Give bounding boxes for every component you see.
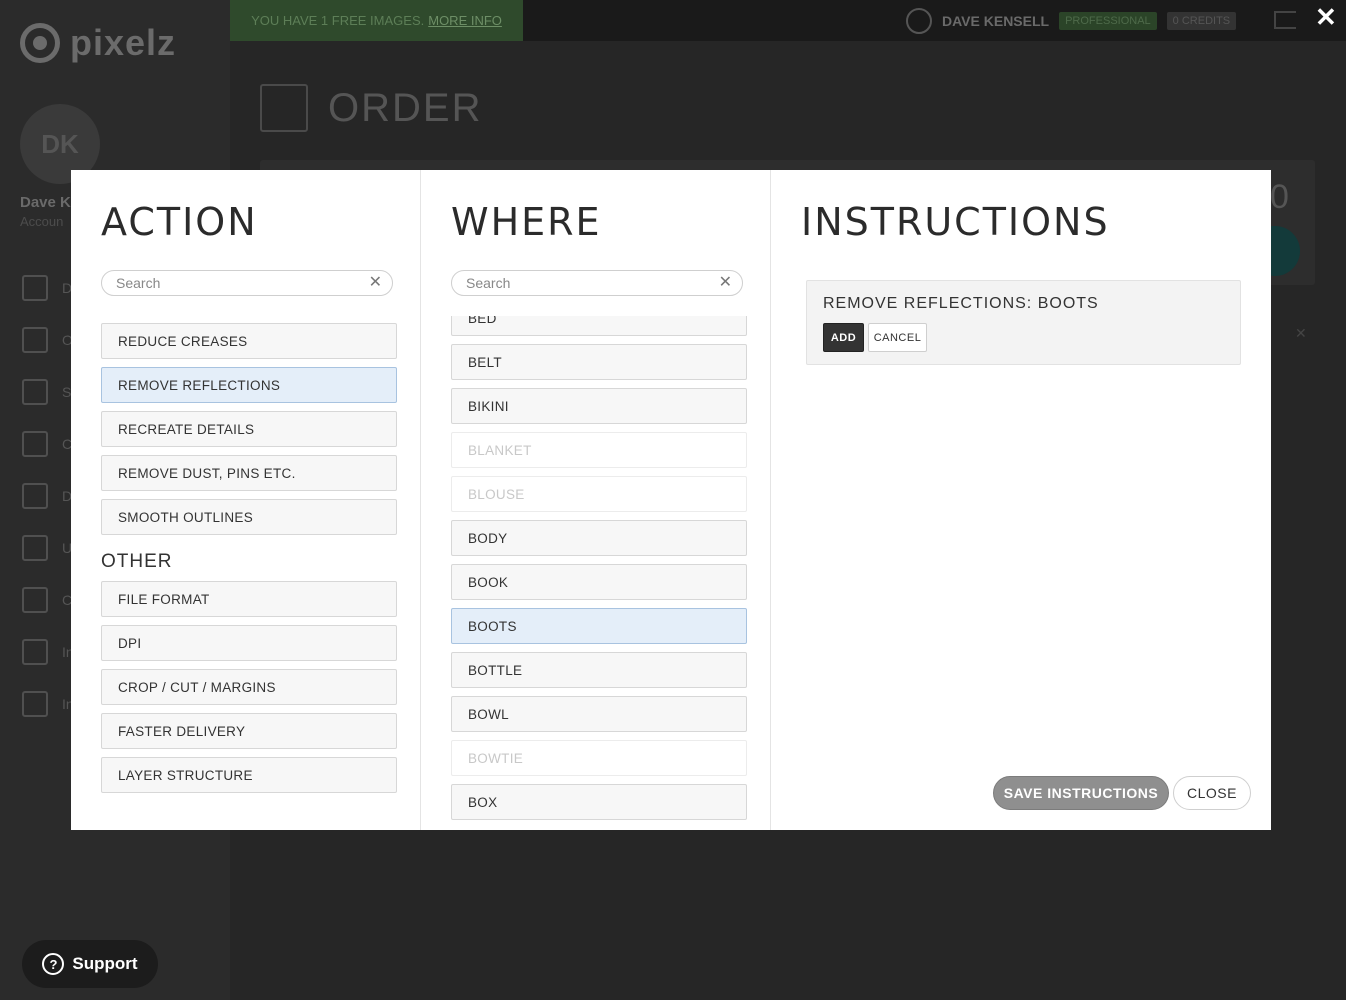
pending-instruction: REMOVE REFLECTIONS: BOOTS ADD CANCEL (806, 280, 1241, 365)
action-column: ACTION ✕ RETOUCH / FIXREDUCE CREASES REMO… (71, 170, 421, 830)
where-option-bowtie: BOWTIE (451, 740, 747, 776)
where-option-blouse: BLOUSE (451, 476, 747, 512)
clear-icon[interactable]: ✕ (369, 275, 382, 291)
where-list-content: BED BELT BIKINI BLANKET BLOUSE BODY BOOK BOOTS B… (451, 316, 747, 828)
clear-icon[interactable]: ✕ (719, 275, 732, 291)
where-option-bowl[interactable]: BOWL (451, 696, 747, 732)
modal-close-icon[interactable]: ✕ (1315, 4, 1337, 30)
action-option-reduce-creases[interactable]: REDUCE CREASES (101, 323, 397, 359)
action-option-layer-structure[interactable]: LAYER STRUCTURE (101, 757, 397, 793)
where-option-bikini[interactable]: BIKINI (451, 388, 747, 424)
where-search-input[interactable] (466, 275, 719, 291)
where-list[interactable]: BED BELT BIKINI BLANKET BLOUSE BODY BOOK BOOTS B… (451, 316, 751, 830)
pending-instruction-text: REMOVE REFLECTIONS: BOOTS (823, 295, 1099, 312)
action-option-file-format[interactable]: FILE FORMAT (101, 581, 397, 617)
add-button[interactable]: ADD (823, 323, 864, 352)
action-search[interactable]: ✕ (101, 270, 393, 296)
action-title: ACTION (101, 200, 258, 244)
where-option-bottle[interactable]: BOTTLE (451, 652, 747, 688)
where-option-belt[interactable]: BELT (451, 344, 747, 380)
action-list-content: RETOUCH / FIXREDUCE CREASES REMOVE REFLEC… (101, 310, 397, 801)
cancel-button[interactable]: CANCEL (868, 323, 927, 352)
where-option-body[interactable]: BODY (451, 520, 747, 556)
where-option-bed[interactable]: BED (451, 316, 747, 336)
action-option-crop-cut-margins[interactable]: CROP / CUT / MARGINS (101, 669, 397, 705)
where-column: WHERE ✕ BED BELT BIKINI BLANKET BLOUSE BODY BO… (421, 170, 771, 830)
action-option-dpi[interactable]: DPI (101, 625, 397, 661)
action-option-remove-reflections[interactable]: REMOVE REFLECTIONS (101, 367, 397, 403)
action-option-smooth-outlines[interactable]: SMOOTH OUTLINES (101, 499, 397, 535)
where-option-book[interactable]: BOOK (451, 564, 747, 600)
action-option-remove-dust-pins-etc[interactable]: REMOVE DUST, PINS ETC. (101, 455, 397, 491)
where-search[interactable]: ✕ (451, 270, 743, 296)
action-option-recreate-details[interactable]: RECREATE DETAILS (101, 411, 397, 447)
where-title: WHERE (451, 200, 602, 244)
where-option-blanket: BLANKET (451, 432, 747, 468)
where-option-boots[interactable]: BOOTS (451, 608, 747, 644)
where-option-box[interactable]: BOX (451, 784, 747, 820)
instructions-title: INSTRUCTIONS (801, 200, 1110, 244)
close-button[interactable]: CLOSE (1173, 776, 1251, 810)
save-instructions-button[interactable]: SAVE INSTRUCTIONS (993, 776, 1169, 810)
action-list[interactable]: RETOUCH / FIXREDUCE CREASES REMOVE REFLEC… (101, 310, 401, 830)
instructions-column: INSTRUCTIONS REMOVE REFLECTIONS: BOOTS A… (771, 170, 1271, 830)
action-group-heading: OTHER (101, 551, 173, 572)
action-search-input[interactable] (116, 275, 369, 291)
action-option-faster-delivery[interactable]: FASTER DELIVERY (101, 713, 397, 749)
action-group-heading: RETOUCH / FIX (101, 310, 397, 323)
instructions-modal: ACTION ✕ RETOUCH / FIXREDUCE CREASES REMO… (71, 170, 1271, 830)
